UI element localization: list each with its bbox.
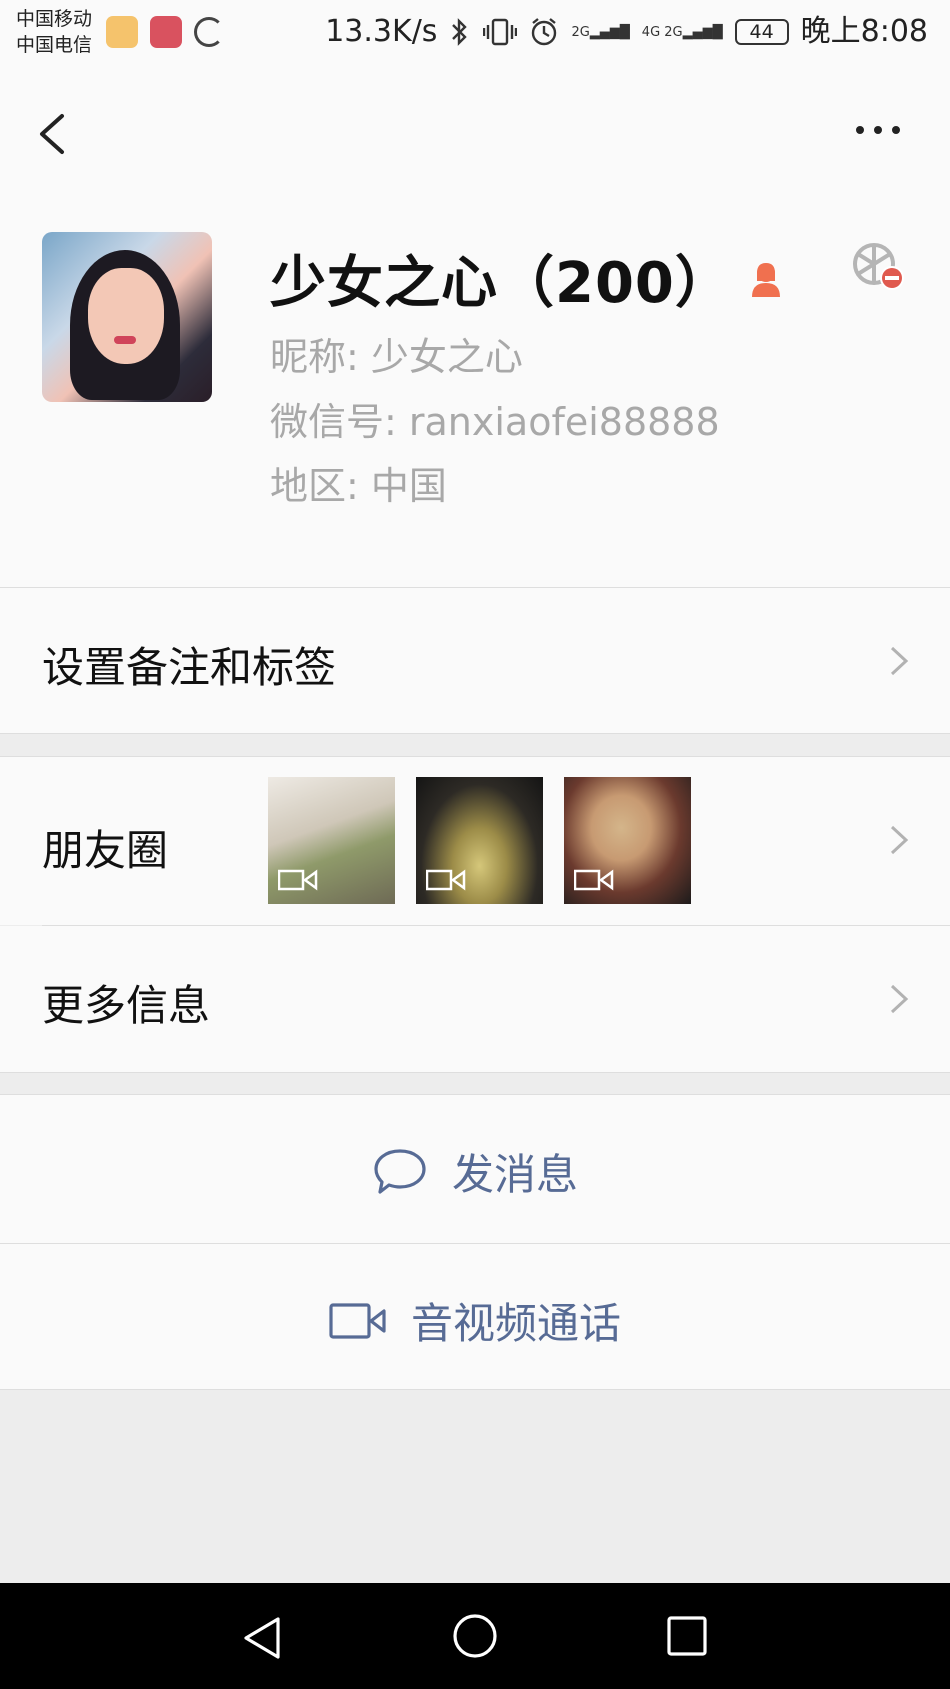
region: 地区: 中国 [270, 464, 447, 508]
signal-1-label: 2G [571, 24, 590, 40]
nickname: 昵称: 少女之心 [270, 335, 523, 379]
av-call-label: 音视频通话 [410, 1299, 621, 1348]
huawei-app-icon [150, 16, 182, 48]
moment-thumbnail[interactable] [564, 777, 691, 904]
video-icon [278, 869, 318, 891]
alarm-icon [532, 18, 557, 46]
nav-home-icon[interactable] [452, 1613, 498, 1659]
chevron-right-icon [890, 825, 909, 855]
moments-blocked-icon [853, 243, 904, 290]
back-arrow-icon[interactable] [30, 104, 78, 164]
clock: 晚上8:08 [800, 14, 928, 49]
chat-bubble-icon [374, 1148, 426, 1194]
nav-back-icon[interactable] [240, 1615, 284, 1661]
app-notification-icon [106, 16, 138, 48]
status-bar: 中国移动 中国电信 13.3K/s 2G▂▄▆█ 4G 2G▂▄▆█ 44 晚上… [0, 0, 950, 68]
battery-icon: 44 [734, 19, 789, 45]
moment-thumbnail[interactable] [268, 777, 395, 904]
remark-tags-label: 设置备注和标签 [42, 643, 337, 692]
bluetooth-icon [452, 18, 468, 46]
avatar[interactable] [42, 232, 212, 402]
notification-icons [106, 16, 224, 48]
video-icon [426, 869, 466, 891]
name-row: 少女之心（200） [270, 238, 786, 319]
wechat-id: 微信号: ranxiaofei88888 [270, 400, 720, 444]
more-info-row[interactable]: 更多信息 [0, 926, 950, 1072]
divider [0, 1072, 950, 1073]
carrier-2: 中国电信 [16, 34, 93, 56]
more-info-label: 更多信息 [42, 981, 211, 1030]
carrier-1: 中国移动 [16, 8, 93, 30]
signal-2-label: 4G 2G [641, 24, 683, 40]
nav-recents-icon[interactable] [666, 1615, 708, 1657]
moments-label: 朋友圈 [42, 826, 169, 875]
divider [0, 1389, 950, 1390]
video-camera-icon [329, 1302, 386, 1339]
profile-card: 少女之心（200） 昵称: 少女之心 微信号: ranxiaofei88888 … [0, 188, 950, 588]
chevron-right-icon [890, 646, 909, 676]
female-icon [751, 262, 780, 297]
contact-name: 少女之心（200） [270, 251, 732, 316]
remark-tags-row[interactable]: 设置备注和标签 [0, 588, 950, 733]
top-bar [0, 68, 950, 188]
video-icon [574, 869, 614, 891]
status-right: 13.3K/s 2G▂▄▆█ 4G 2G▂▄▆█ 44 晚上8:08 [325, 12, 928, 52]
moments-thumbnails [268, 777, 691, 904]
sync-icon [194, 17, 224, 47]
moments-row[interactable]: 朋友圈 [0, 757, 950, 925]
vibrate-icon [483, 18, 518, 46]
more-options-icon[interactable] [856, 126, 900, 134]
moment-thumbnail[interactable] [416, 777, 543, 904]
battery-level: 44 [749, 21, 774, 43]
system-nav-bar [0, 1583, 950, 1689]
chevron-right-icon [890, 984, 909, 1014]
av-call-button[interactable]: 音视频通话 [0, 1244, 950, 1389]
carrier-info: 中国移动 中国电信 [16, 6, 92, 58]
signal-1-icon: 2G▂▄▆█ [571, 24, 630, 40]
divider [0, 733, 950, 734]
contact-profile-screen: 中国移动 中国电信 13.3K/s 2G▂▄▆█ 4G 2G▂▄▆█ 44 晚上… [0, 0, 950, 1689]
signal-2-icon: 4G 2G▂▄▆█ [641, 24, 723, 40]
send-message-button[interactable]: 发消息 [0, 1095, 950, 1243]
network-speed: 13.3K/s [325, 14, 438, 49]
send-message-label: 发消息 [451, 1150, 578, 1199]
